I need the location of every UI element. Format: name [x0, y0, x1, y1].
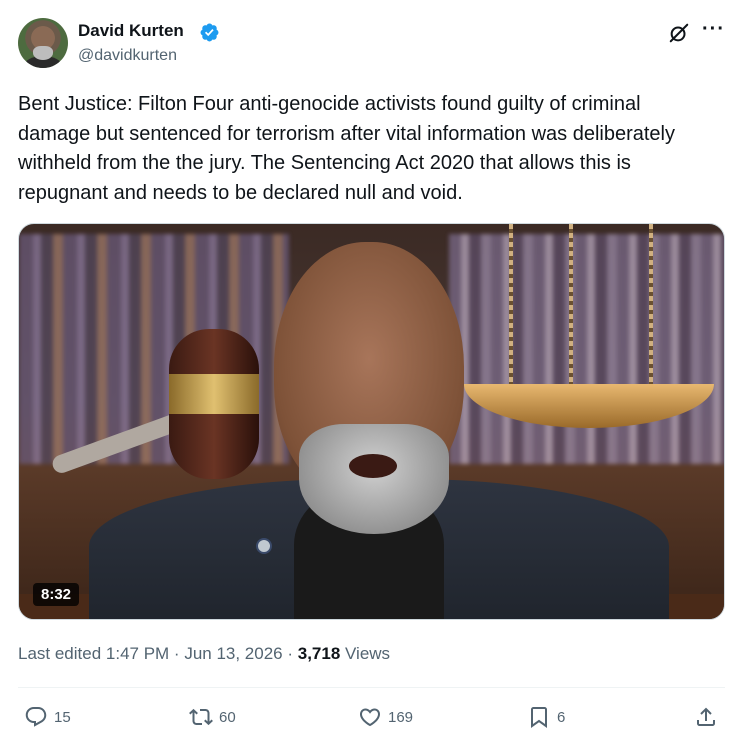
video-duration: 8:32	[33, 583, 80, 606]
bookmark-button[interactable]: 6	[527, 704, 565, 730]
tweet-text: Bent Justice: Filton Four anti-genocide …	[18, 93, 675, 204]
bookmark-count: 6	[557, 708, 566, 726]
background-bookshelf	[449, 234, 724, 464]
like-button[interactable]: 169	[358, 704, 413, 730]
bookmark-icon	[531, 707, 547, 728]
repost-icon	[189, 708, 213, 726]
edited-timestamp[interactable]: Last edited 1:47 PM · Jun 13, 2026 ·	[18, 644, 298, 663]
avatar[interactable]	[18, 18, 68, 68]
share-icon	[697, 707, 715, 726]
views-label: Views	[340, 644, 391, 663]
like-count: 169	[388, 708, 414, 726]
author-name[interactable]: David Kurten	[78, 21, 184, 41]
tweet-meta: Last edited 1:47 PM · Jun 13, 2026 · 3,7…	[18, 644, 390, 664]
avatar-beard	[33, 46, 53, 60]
more-icon[interactable]: ···	[702, 19, 726, 44]
divider	[18, 687, 725, 688]
share-button[interactable]	[694, 704, 718, 730]
repost-count: 60	[219, 708, 236, 726]
gavel-band	[169, 374, 259, 414]
lapel-pin	[256, 538, 272, 554]
verified-badge-icon	[200, 23, 219, 42]
scale-chain	[569, 224, 573, 394]
like-icon	[359, 708, 381, 727]
scale-chain	[649, 224, 653, 394]
author-handle[interactable]: @davidkurten	[78, 47, 177, 65]
views-count: 3,718	[297, 644, 341, 663]
grok-icon[interactable]	[668, 22, 690, 44]
repost-button[interactable]: 60	[189, 704, 236, 730]
scale-chain	[509, 224, 513, 394]
speaker-mouth	[349, 454, 397, 478]
reply-button[interactable]: 15	[24, 704, 71, 730]
reply-count: 15	[54, 708, 71, 726]
speaker-beard	[299, 424, 449, 534]
video-player[interactable]: 8:32	[18, 223, 725, 620]
reply-icon	[25, 707, 47, 727]
